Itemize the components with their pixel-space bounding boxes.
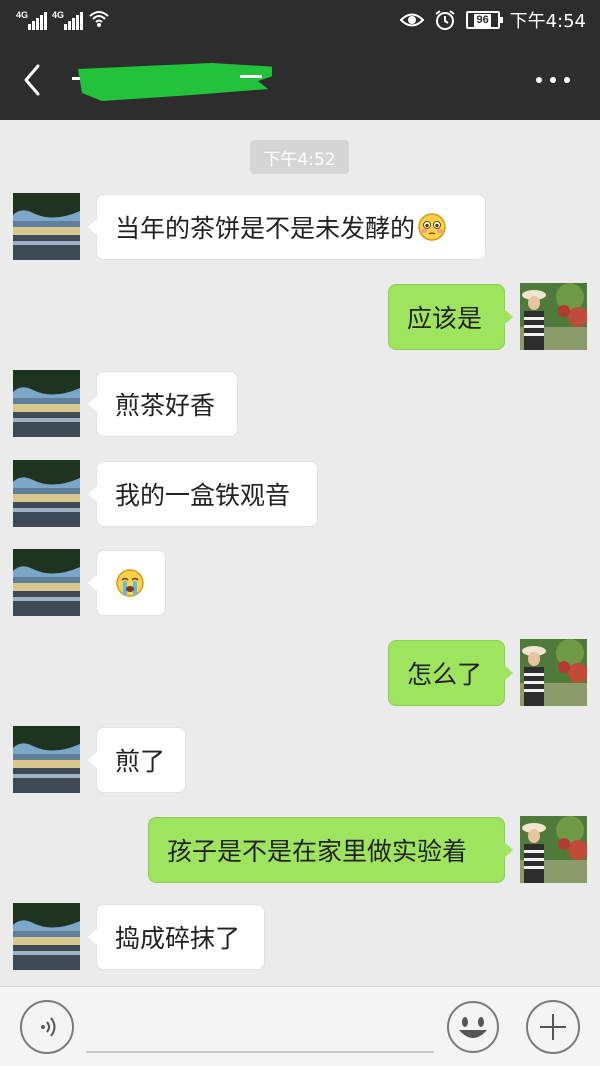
more-options-icon[interactable] (536, 76, 570, 84)
message-text: 孩子是不是在家里做实验着 (167, 837, 468, 866)
wifi-icon (89, 11, 109, 27)
battery-icon: 96 (465, 11, 503, 29)
message-text: 煎了 (115, 747, 166, 776)
voice-icon (41, 1017, 56, 1037)
my-avatar[interactable] (520, 816, 587, 883)
message-text: 怎么了 (407, 660, 483, 689)
blush-face-emoji-icon (418, 213, 446, 241)
input-bar (0, 986, 600, 1066)
message-bubble-incoming[interactable]: 我的一盒铁观音 (88, 461, 318, 527)
cellular-signal-icon: 4G (16, 10, 50, 30)
voice-input-button[interactable] (20, 1000, 74, 1054)
eye-icon (399, 13, 424, 27)
message-text: 应该是 (407, 304, 483, 333)
message-bubble-outgoing[interactable]: 怎么了 (388, 640, 513, 706)
message-bubble-incoming[interactable]: 煎了 (88, 727, 186, 793)
contact-avatar[interactable] (13, 370, 80, 437)
cellular-signal-2-icon: 4G (52, 10, 86, 30)
message-bubble-outgoing[interactable]: 孩子是不是在家里做实验着 (148, 817, 513, 883)
chat-messages[interactable]: 下午4:52 当年的茶饼是不是未发酵的 应该是 煎茶好香 我的一盒铁观音 怎么了… (0, 120, 600, 986)
message-text: 捣成碎抹了 (115, 924, 241, 953)
message-bubble-outgoing[interactable]: 应该是 (388, 284, 513, 350)
battery-level: 96 (474, 13, 491, 27)
contact-avatar[interactable] (13, 726, 80, 793)
signal-2-label: 4G (52, 10, 65, 20)
status-bar: 4G 4G 96 下午4:54 (0, 0, 600, 40)
message-bubble-incoming[interactable]: 煎茶好香 (88, 371, 238, 437)
contact-avatar[interactable] (13, 460, 80, 527)
signal-1-label: 4G (16, 10, 29, 20)
emoji-icon[interactable] (446, 1000, 500, 1054)
message-bubble-incoming[interactable] (88, 550, 166, 616)
contact-avatar[interactable] (13, 549, 80, 616)
message-bubble-incoming[interactable]: 当年的茶饼是不是未发酵的 (88, 194, 486, 260)
message-text: 当年的茶饼是不是未发酵的 (115, 214, 416, 243)
message-text: 煎茶好香 (115, 391, 216, 420)
contact-avatar[interactable] (13, 193, 80, 260)
contact-avatar[interactable] (13, 903, 80, 970)
back-arrow-icon[interactable] (18, 62, 48, 98)
crying-face-emoji-icon (116, 569, 144, 597)
my-avatar[interactable] (520, 283, 587, 350)
message-bubble-incoming[interactable]: 捣成碎抹了 (88, 904, 265, 970)
status-time: 下午4:54 (509, 11, 586, 32)
message-timestamp: 下午4:52 (250, 140, 349, 174)
chat-header (0, 40, 600, 120)
plus-icon[interactable] (526, 1000, 580, 1054)
chat-title-redacted (72, 63, 272, 101)
alarm-clock-icon (434, 10, 455, 30)
my-avatar[interactable] (520, 639, 587, 706)
message-text: 我的一盒铁观音 (115, 481, 291, 510)
message-input-field[interactable] (86, 1051, 434, 1053)
